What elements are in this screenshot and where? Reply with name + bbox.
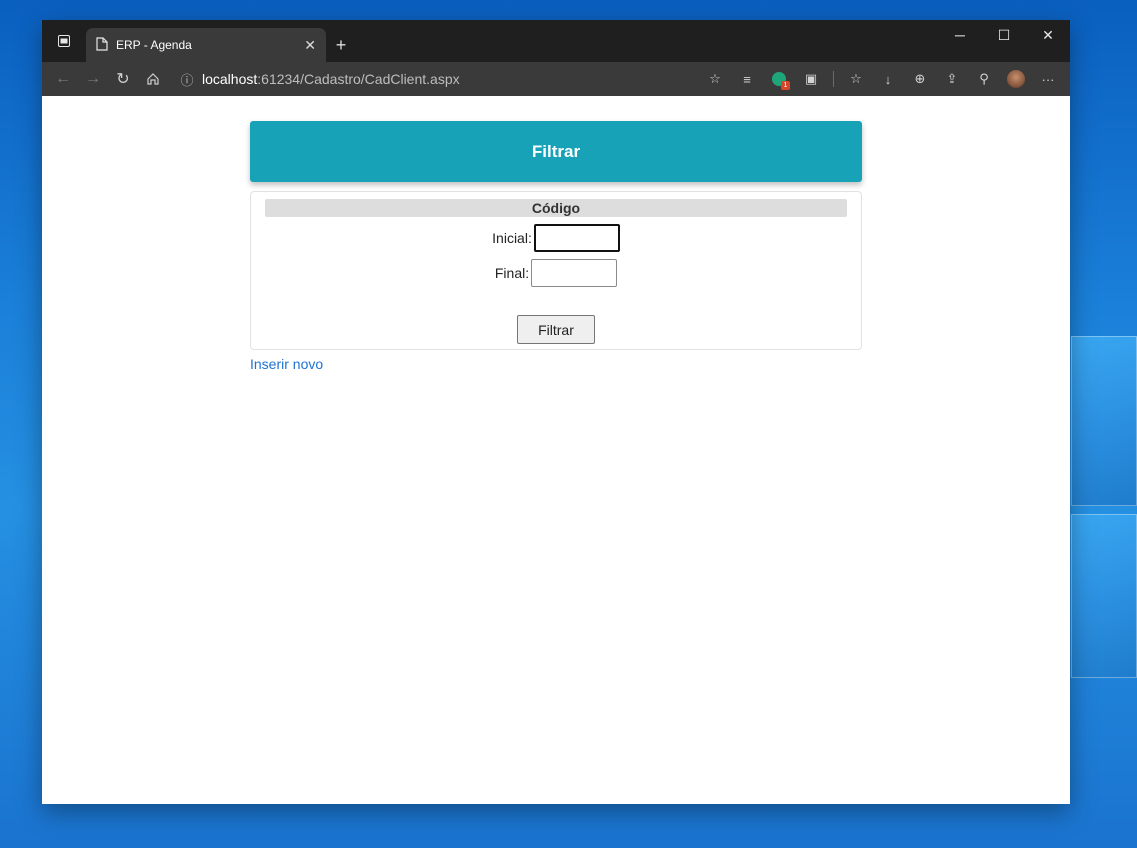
close-window-button[interactable]: ✕ — [1026, 20, 1070, 50]
tab-actions-icon[interactable] — [42, 20, 86, 62]
title-bar: ERP - Agenda ✕ + ─ ☐ ✕ — [42, 20, 1070, 62]
url-path: :61234/Cadastro/CadClient.aspx — [257, 71, 460, 87]
desktop-window-decoration-top — [1071, 336, 1137, 506]
extension-icon[interactable]: 1 — [763, 65, 795, 93]
maximize-button[interactable]: ☐ — [982, 20, 1026, 50]
home-button[interactable] — [138, 65, 168, 93]
address-bar[interactable]: ⓘ localhost:61234/Cadastro/CadClient.asp… — [176, 65, 536, 93]
share-icon[interactable]: ⇪ — [936, 65, 968, 93]
new-tab-button[interactable]: + — [326, 28, 356, 62]
final-input[interactable] — [531, 259, 618, 287]
page-content: Filtrar Código Inicial: Final: Filtrar I… — [42, 96, 1070, 804]
browser-window: ERP - Agenda ✕ + ─ ☐ ✕ ← → ↻ ⓘ localhost… — [42, 20, 1070, 804]
page-icon — [96, 36, 108, 54]
minimize-button[interactable]: ─ — [938, 20, 982, 50]
field-label-inicial: Inicial: — [492, 230, 532, 246]
forward-button[interactable]: → — [78, 65, 108, 93]
collections-icon[interactable]: ⊕ — [904, 65, 936, 93]
url-host: localhost — [202, 71, 258, 87]
field-label-final: Final: — [494, 265, 530, 281]
panel-body: Código Inicial: Final: Filtrar — [250, 191, 862, 350]
inicial-input[interactable] — [533, 224, 620, 252]
panel-header: Filtrar — [250, 121, 862, 182]
toolbar-divider — [833, 71, 834, 87]
downloads-icon[interactable]: ↓ — [872, 65, 904, 93]
back-button[interactable]: ← — [48, 65, 78, 93]
tab-erp-agenda[interactable]: ERP - Agenda ✕ — [86, 28, 326, 62]
favorites-icon[interactable]: ☆ — [840, 65, 872, 93]
add-favorite-icon[interactable]: ☆ — [699, 65, 731, 93]
notification-badge: 1 — [781, 81, 790, 90]
reader-icon[interactable]: ≡ — [731, 65, 763, 93]
filter-panel: Filtrar Código Inicial: Final: Filtrar — [250, 121, 862, 350]
extensions-puzzle-icon[interactable]: ▣ — [795, 65, 827, 93]
field-row-final: Final: — [251, 259, 861, 287]
section-title: Código — [265, 199, 847, 217]
filter-button[interactable]: Filtrar — [517, 315, 595, 344]
more-menu-icon[interactable]: ··· — [1032, 65, 1064, 93]
profile-sync-icon[interactable]: ⚲ — [968, 65, 1000, 93]
avatar[interactable] — [1000, 65, 1032, 93]
info-icon[interactable]: ⓘ — [176, 70, 198, 89]
tab-title: ERP - Agenda — [116, 38, 192, 52]
insert-new-link[interactable]: Inserir novo — [250, 356, 323, 372]
field-row-inicial: Inicial: — [251, 224, 861, 252]
close-tab-icon[interactable]: ✕ — [304, 37, 316, 54]
browser-toolbar: ← → ↻ ⓘ localhost:61234/Cadastro/CadClie… — [42, 62, 1070, 96]
refresh-button[interactable]: ↻ — [108, 65, 138, 93]
desktop-window-decoration-bottom — [1071, 514, 1137, 678]
